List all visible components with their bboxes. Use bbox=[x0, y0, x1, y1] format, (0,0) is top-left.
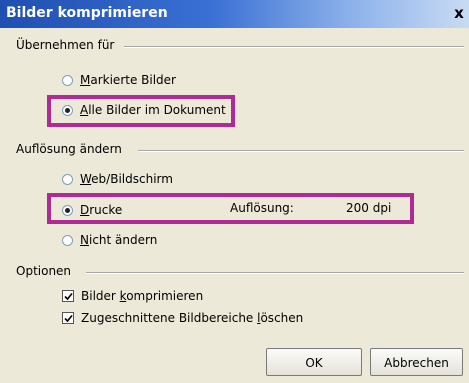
checkbox-delete-cropped[interactable]: Zugeschnittene Bildbereiche löschen bbox=[62, 311, 303, 325]
resolution-separator bbox=[138, 150, 464, 152]
radio-web-screen-label: Web/Bildschirm bbox=[80, 172, 173, 186]
radio-button-icon bbox=[62, 74, 73, 86]
checkbox-checked-icon bbox=[62, 312, 74, 324]
radio-button-icon bbox=[62, 173, 73, 185]
title-bar: Bilder komprimieren x bbox=[0, 0, 469, 28]
dialog-title: Bilder komprimieren bbox=[6, 5, 168, 21]
close-icon[interactable]: x bbox=[449, 2, 469, 24]
highlight-box-print bbox=[47, 193, 414, 224]
radio-no-change-label: Nicht ändern bbox=[80, 233, 158, 247]
checkbox-checked-icon bbox=[62, 290, 74, 302]
checkbox-compress-images-label: Bilder komprimieren bbox=[81, 289, 204, 303]
radio-selected-images[interactable]: Markierte Bilder bbox=[62, 73, 176, 87]
resolution-section-label: Auflösung ändern bbox=[16, 142, 122, 156]
ok-button[interactable]: OK bbox=[266, 348, 362, 376]
radio-no-change[interactable]: Nicht ändern bbox=[62, 233, 157, 247]
apply-to-separator bbox=[124, 46, 464, 48]
radio-selected-images-label: Markierte Bilder bbox=[80, 73, 176, 87]
cancel-button[interactable]: Abbrechen bbox=[370, 348, 463, 376]
highlight-box-all-images bbox=[47, 95, 235, 127]
checkbox-compress-images[interactable]: Bilder komprimieren bbox=[62, 289, 203, 303]
apply-to-section-label: Übernehmen für bbox=[16, 38, 115, 52]
options-section-label: Optionen bbox=[16, 264, 72, 278]
options-separator bbox=[86, 272, 464, 274]
checkbox-delete-cropped-label: Zugeschnittene Bildbereiche löschen bbox=[81, 311, 304, 325]
radio-button-icon bbox=[62, 234, 73, 246]
radio-web-screen[interactable]: Web/Bildschirm bbox=[62, 172, 173, 186]
